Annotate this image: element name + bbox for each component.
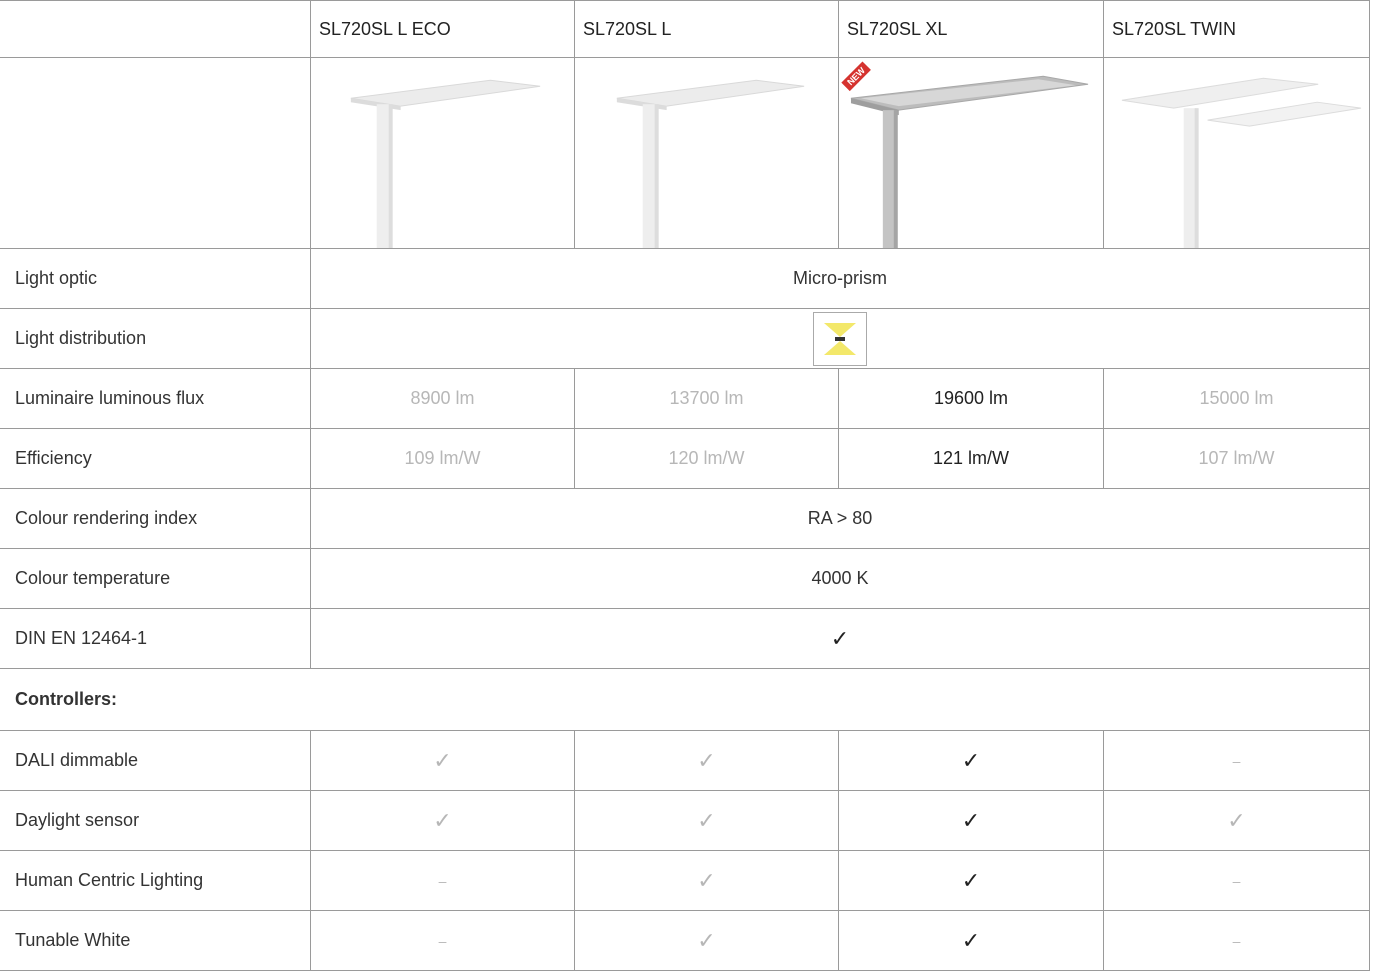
- hcl-dash-l-eco: –: [311, 851, 575, 911]
- tunable-check-icon-xl: ✓: [839, 911, 1104, 971]
- column-header-xl: SL720SL XL: [839, 1, 1104, 58]
- direct-indirect-light-icon: [813, 311, 867, 366]
- row-label-light-distribution: Light distribution: [0, 309, 311, 369]
- column-header-l: SL720SL L: [575, 1, 839, 58]
- row-label-human-centric-lighting: Human Centric Lighting: [0, 851, 311, 911]
- row-label-efficiency: Efficiency: [0, 429, 311, 489]
- daylight-check-icon-l: ✓: [575, 791, 839, 851]
- row-label-luminous-flux: Luminaire luminous flux: [0, 369, 311, 429]
- flux-value-xl: 19600 lm: [839, 369, 1104, 429]
- dali-check-icon-xl: ✓: [839, 731, 1104, 791]
- efficiency-value-xl: 121 lm/W: [839, 429, 1104, 489]
- hcl-dash-twin: –: [1104, 851, 1370, 911]
- dali-check-icon-l: ✓: [575, 731, 839, 791]
- flux-value-twin: 15000 lm: [1104, 369, 1370, 429]
- efficiency-value-twin: 107 lm/W: [1104, 429, 1370, 489]
- flux-value-l: 13700 lm: [575, 369, 839, 429]
- product-image-xl: NEW: [839, 58, 1104, 249]
- row-label-tunable-white: Tunable White: [0, 911, 311, 971]
- row-label-daylight-sensor: Daylight sensor: [0, 791, 311, 851]
- daylight-check-icon-twin: ✓: [1104, 791, 1370, 851]
- efficiency-value-l: 120 lm/W: [575, 429, 839, 489]
- comparison-table: SL720SL L ECO SL720SL L SL720SL XL SL720…: [0, 0, 1370, 971]
- daylight-check-icon-xl: ✓: [839, 791, 1104, 851]
- header-empty-cell: [0, 1, 311, 58]
- flux-value-l-eco: 8900 lm: [311, 369, 575, 429]
- dali-check-icon-l-eco: ✓: [311, 731, 575, 791]
- dali-dash-twin: –: [1104, 731, 1370, 791]
- hcl-check-icon-xl: ✓: [839, 851, 1104, 911]
- row-label-din: DIN EN 12464-1: [0, 609, 311, 669]
- cri-value: RA > 80: [311, 489, 1370, 549]
- row-label-light-optic: Light optic: [0, 249, 311, 309]
- tunable-dash-l-eco: –: [311, 911, 575, 971]
- light-optic-value: Micro-prism: [311, 249, 1370, 309]
- product-image-l: [575, 58, 839, 249]
- product-image-twin: [1104, 58, 1370, 249]
- din-check-icon: ✓: [311, 609, 1370, 669]
- row-label-colour-rendering-index: Colour rendering index: [0, 489, 311, 549]
- product-image-l-eco: [311, 58, 575, 249]
- column-header-twin: SL720SL TWIN: [1104, 1, 1370, 58]
- row-label-colour-temperature: Colour temperature: [0, 549, 311, 609]
- image-row-empty-cell: [0, 58, 311, 249]
- column-header-l-eco: SL720SL L ECO: [311, 1, 575, 58]
- tunable-dash-twin: –: [1104, 911, 1370, 971]
- daylight-check-icon-l-eco: ✓: [311, 791, 575, 851]
- efficiency-value-l-eco: 109 lm/W: [311, 429, 575, 489]
- row-label-dali: DALI dimmable: [0, 731, 311, 791]
- light-distribution-value: [311, 309, 1370, 369]
- tunable-check-icon-l: ✓: [575, 911, 839, 971]
- hcl-check-icon-l: ✓: [575, 851, 839, 911]
- new-badge: NEW: [841, 60, 871, 91]
- section-heading-controllers: Controllers:: [0, 669, 1370, 731]
- colour-temperature-value: 4000 K: [311, 549, 1370, 609]
